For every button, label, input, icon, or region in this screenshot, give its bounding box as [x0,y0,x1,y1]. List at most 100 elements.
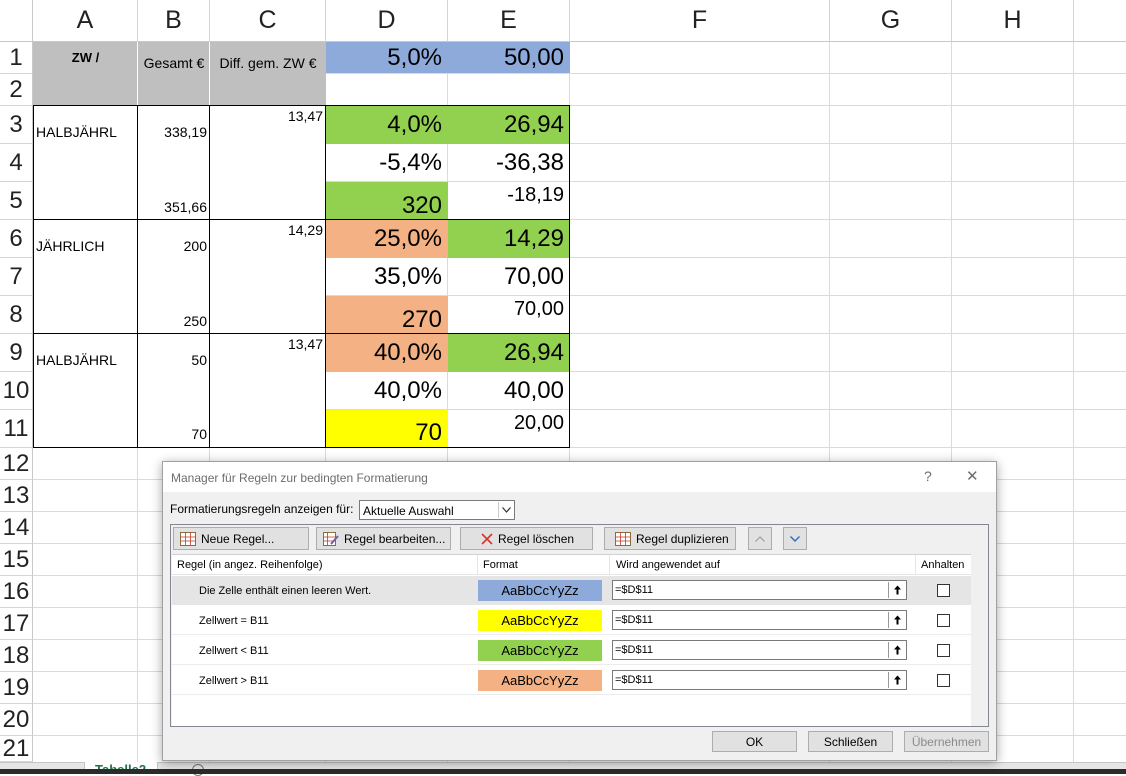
close-icon[interactable]: ✕ [966,467,979,485]
range-picker-icon[interactable] [888,582,905,598]
chevron-down-icon [790,535,800,542]
cell-b3[interactable]: 338,19 351,66 [138,106,209,220]
border-line [33,105,34,448]
stop-if-true-checkbox[interactable] [937,644,950,657]
border-line [325,105,326,448]
cell-a9[interactable]: HALBJÄHRL [34,334,137,447]
cell-a3[interactable]: HALBJÄHRL [34,106,137,220]
row-header-21[interactable]: 21 [0,735,33,762]
col-format-header[interactable]: Format [483,559,518,571]
stop-if-true-checkbox[interactable] [937,674,950,687]
col-header-d[interactable]: D [326,0,448,42]
row-header-5[interactable]: 5 [0,182,33,220]
row-header-1[interactable]: 1 [0,42,33,74]
col-header-g[interactable]: G [830,0,952,42]
stop-if-true-checkbox[interactable] [937,614,950,627]
row-header-2[interactable]: 2 [0,74,33,106]
cell-e6[interactable]: 14,29 [448,220,570,258]
cell-e3[interactable]: 26,94 [448,106,570,144]
row-header-20[interactable]: 20 [0,704,33,736]
row-header-9[interactable]: 9 [0,334,33,372]
row-header-17[interactable]: 17 [0,608,33,640]
applies-to-field[interactable]: =$D$11 [612,610,907,630]
cell-b9[interactable]: 50 70 [138,334,209,447]
cell-c1[interactable]: Diff. gem. ZW € [210,42,326,106]
row-header-13[interactable]: 13 [0,480,33,512]
cell-c6[interactable]: 14,29 [210,220,325,334]
move-up-button[interactable] [748,527,772,550]
cell-a6[interactable]: JÄHRLICH [34,220,137,334]
rule-row[interactable]: Zellwert = B11 AaBbCcYyZz =$D$11 [172,606,971,635]
cell-e9[interactable]: 26,94 [448,334,570,372]
applies-to-field[interactable]: =$D$11 [612,670,907,690]
col-applies-header[interactable]: Wird angewendet auf [616,559,720,571]
stop-if-true-checkbox[interactable] [937,584,950,597]
cell-d5[interactable]: 320 [326,182,448,220]
applies-to-field[interactable]: =$D$11 [612,640,907,660]
cell-c9[interactable]: 13,47 [210,334,325,447]
col-divider [477,555,478,575]
rule-row[interactable]: Zellwert > B11 AaBbCcYyZz =$D$11 [172,666,971,695]
row-header-16[interactable]: 16 [0,576,33,608]
new-rule-button[interactable]: Neue Regel... [173,527,309,550]
ok-button[interactable]: OK [712,731,797,752]
cell-e5[interactable]: -18,19 [448,182,570,220]
edit-rule-button[interactable]: Regel bearbeiten... [316,527,451,550]
cell-d11[interactable]: 70 [326,410,448,447]
cell-e8[interactable]: 70,00 [448,296,570,334]
cell-a1[interactable]: ZW / [33,42,138,106]
cell-e4[interactable]: -36,38 [448,144,570,182]
close-button[interactable]: Schließen [808,731,893,752]
col-header-e[interactable]: E [448,0,570,42]
apply-button[interactable]: Übernehmen [904,731,989,752]
rule-row[interactable]: Die Zelle enthält einen leeren Wert. AaB… [172,576,971,605]
row-header-6[interactable]: 6 [0,220,33,258]
col-header-i[interactable] [1074,0,1126,42]
cell-d1[interactable]: 5,0% [326,42,448,73]
col-header-h[interactable]: H [952,0,1074,42]
row-header-14[interactable]: 14 [0,512,33,544]
cell-e10[interactable]: 40,00 [448,372,570,410]
row-header-15[interactable]: 15 [0,544,33,576]
row-header-4[interactable]: 4 [0,144,33,182]
applies-to-field[interactable]: =$D$11 [612,580,907,600]
cell-d4[interactable]: -5,4% [326,144,448,182]
range-picker-icon[interactable] [888,672,905,688]
move-down-button[interactable] [783,527,807,550]
row-header-11[interactable]: 11 [0,410,33,448]
row-header-12[interactable]: 12 [0,448,33,480]
row-header-10[interactable]: 10 [0,372,33,410]
col-header-c[interactable]: C [210,0,326,42]
help-button[interactable]: ? [924,468,932,484]
range-picker-icon[interactable] [888,612,905,628]
col-header-a[interactable]: A [33,0,138,42]
cell-c3[interactable]: 13,47 [210,106,325,220]
cell-e7[interactable]: 70,00 [448,258,570,296]
cell-d9[interactable]: 40,0% [326,334,448,372]
col-stop-header[interactable]: Anhalten [921,559,964,571]
duplicate-rule-button[interactable]: Regel duplizieren [604,527,736,550]
range-picker-icon[interactable] [888,642,905,658]
row-header-8[interactable]: 8 [0,296,33,334]
row-header-3[interactable]: 3 [0,106,33,144]
corner-cell[interactable] [0,0,33,42]
cell-d6[interactable]: 25,0% [326,220,448,258]
rule-row[interactable]: Zellwert < B11 AaBbCcYyZz =$D$11 [172,636,971,665]
chevron-down-icon[interactable] [498,502,513,518]
cell-d10[interactable]: 40,0% [326,372,448,410]
delete-rule-button[interactable]: Regel löschen [460,527,593,550]
col-header-b[interactable]: B [138,0,210,42]
col-rule-header[interactable]: Regel (in angez. Reihenfolge) [177,559,323,571]
cell-e1[interactable]: 50,00 [448,42,570,73]
cell-e11[interactable]: 20,00 [448,410,570,447]
show-rules-select[interactable]: Aktuelle Auswahl [359,500,515,520]
cell-b6[interactable]: 200 250 [138,220,209,334]
cell-d8[interactable]: 270 [326,296,448,334]
row-header-18[interactable]: 18 [0,640,33,672]
row-header-7[interactable]: 7 [0,258,33,296]
cell-d3[interactable]: 4,0% [326,106,448,144]
row-header-19[interactable]: 19 [0,672,33,704]
col-header-f[interactable]: F [570,0,830,42]
cell-b1[interactable]: Gesamt € [138,42,210,106]
cell-d7[interactable]: 35,0% [326,258,448,296]
